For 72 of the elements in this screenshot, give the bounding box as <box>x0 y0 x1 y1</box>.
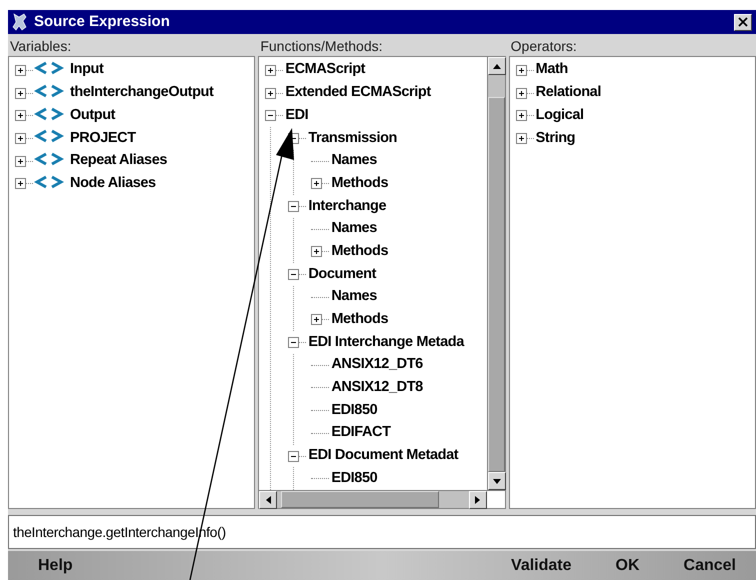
dialog-button[interactable]: Help <box>28 552 83 580</box>
angle-brackets-icon <box>34 174 64 189</box>
collapse-icon[interactable] <box>265 110 276 122</box>
tree-item[interactable]: Input <box>68 59 104 82</box>
collapse-icon[interactable] <box>288 337 300 348</box>
tree-item[interactable]: Transmission <box>306 128 398 150</box>
panel-label: Functions/Methods: <box>259 37 384 56</box>
tree-item[interactable]: Repeat Aliases <box>68 150 168 172</box>
tree-item[interactable]: Methods <box>329 309 388 331</box>
tree-item[interactable]: String <box>534 128 576 150</box>
tree-item[interactable]: Extended ECMAScript <box>283 82 431 104</box>
tree-item[interactable]: Output <box>68 104 116 127</box>
up-arrow-icon <box>492 64 501 68</box>
tree-item[interactable]: Interchange <box>306 196 386 218</box>
expand-icon[interactable] <box>15 132 26 144</box>
vertical-scrollbar[interactable] <box>486 57 505 490</box>
tree-item[interactable]: EDI850 <box>329 400 378 422</box>
app-icon <box>12 13 28 31</box>
tree-item[interactable]: EDI Interchange Metada <box>306 332 464 354</box>
dialog-button[interactable]: Validate <box>501 552 582 580</box>
tree-item[interactable]: PROJECT <box>68 128 136 150</box>
horizontal-scrollbar[interactable] <box>259 491 487 508</box>
expand-icon[interactable] <box>311 246 322 258</box>
tree-item[interactable]: EDI <box>283 104 308 127</box>
collapse-icon[interactable] <box>288 200 300 212</box>
tree-item[interactable]: theInterchangeOutput <box>68 82 214 104</box>
tree-item[interactable]: ANSIX12_DT8 <box>329 377 423 399</box>
angle-brackets-icon <box>34 106 64 121</box>
tree-item[interactable]: Names <box>329 286 377 308</box>
expand-icon[interactable] <box>15 156 26 167</box>
dialog-button[interactable]: OK <box>606 552 650 580</box>
expand-icon[interactable] <box>15 178 26 190</box>
expand-icon[interactable] <box>265 88 276 99</box>
tree-item[interactable]: Relational <box>534 82 601 104</box>
tree-item[interactable]: Node Aliases <box>68 172 156 195</box>
tree-item[interactable]: ANSIX12_DT6 <box>329 354 423 376</box>
tree-item[interactable]: Math <box>534 59 568 82</box>
tree-item[interactable]: EDIFACT <box>329 422 391 444</box>
left-arrow-icon <box>266 496 271 504</box>
window-title: Source Expression <box>34 12 171 32</box>
expand-icon[interactable] <box>311 178 322 190</box>
angle-brackets-icon <box>34 152 64 166</box>
tree-item[interactable]: ECMAScript <box>283 59 366 82</box>
collapse-icon[interactable] <box>288 450 300 462</box>
tree-item[interactable]: Methods <box>329 240 388 263</box>
tree-item[interactable]: EDI850 <box>329 468 378 490</box>
right-arrow-icon <box>475 496 480 504</box>
expand-icon[interactable] <box>15 110 26 122</box>
expand-icon[interactable] <box>265 64 276 76</box>
expand-icon[interactable] <box>516 132 527 144</box>
expand-icon[interactable] <box>15 88 26 99</box>
tree-item[interactable]: Document <box>306 264 376 286</box>
close-icon <box>738 17 748 27</box>
panel-label: Variables: <box>9 37 72 56</box>
tree-item[interactable]: Logical <box>534 104 584 127</box>
angle-brackets-icon <box>34 129 64 144</box>
tree-item[interactable]: Names <box>329 150 377 172</box>
tree-item[interactable]: Names <box>329 218 377 240</box>
close-button[interactable] <box>734 14 752 30</box>
dialog-button[interactable]: Cancel <box>674 552 746 580</box>
expand-icon[interactable] <box>15 64 26 76</box>
down-arrow-icon <box>492 478 501 484</box>
expand-icon[interactable] <box>311 314 322 326</box>
tree-item[interactable]: Methods <box>329 172 388 195</box>
expand-icon[interactable] <box>516 64 527 76</box>
collapse-icon[interactable] <box>288 269 300 280</box>
expand-icon[interactable] <box>516 88 527 99</box>
panel-label: Operators: <box>510 37 578 56</box>
expand-icon[interactable] <box>516 110 527 122</box>
tree-item[interactable]: EDI Document Metadat <box>306 445 458 467</box>
angle-brackets-icon <box>34 84 64 98</box>
angle-brackets-icon <box>34 61 64 76</box>
